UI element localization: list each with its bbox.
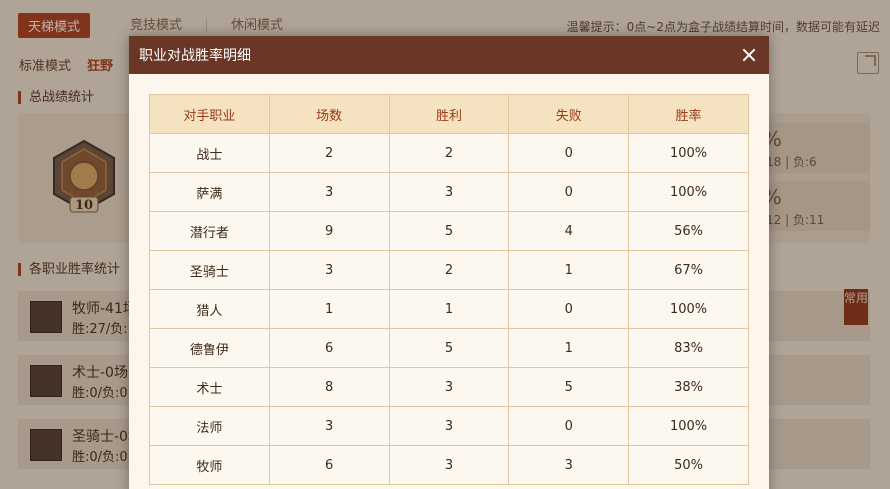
table-cell: 5 — [388, 328, 510, 368]
table-cell: 术士 — [149, 367, 270, 407]
table-cell: 67% — [628, 250, 749, 290]
table-cell: 5 — [388, 211, 510, 251]
table-cell: 0 — [508, 289, 630, 329]
table-cell: 0 — [508, 406, 630, 446]
class-matchup-modal: 职业对战胜率明细 对手职业 场数 胜利 失败 胜率 战士 2 2 0 100% 萨满 3 3 0… — [129, 36, 769, 489]
matchup-table: 对手职业 场数 胜利 失败 胜率 战士 2 2 0 100% 萨满 3 3 0 100% 潜行者 9 5… — [149, 94, 749, 485]
table-row: 法师 3 3 0 100% — [149, 406, 749, 446]
table-cell: 法师 — [149, 406, 270, 446]
column-header: 对手职业 — [149, 94, 270, 134]
table-row: 战士 2 2 0 100% — [149, 133, 749, 173]
table-cell: 2 — [388, 250, 510, 290]
table-cell: 9 — [268, 211, 390, 251]
table-cell: 1 — [508, 328, 630, 368]
close-icon[interactable] — [739, 45, 759, 65]
table-cell: 战士 — [149, 133, 270, 173]
table-cell: 3 — [388, 367, 510, 407]
table-cell: 5 — [508, 367, 630, 407]
table-row: 术士 8 3 5 38% — [149, 367, 749, 407]
table-cell: 1 — [508, 250, 630, 290]
table-cell: 0 — [508, 133, 630, 173]
table-header-row: 对手职业 场数 胜利 失败 胜率 — [149, 94, 749, 134]
table-cell: 1 — [388, 289, 510, 329]
table-cell: 3 — [388, 445, 510, 485]
table-cell: 萨满 — [149, 172, 270, 212]
table-cell: 38% — [628, 367, 749, 407]
modal-title: 职业对战胜率明细 — [139, 48, 251, 64]
table-row: 猎人 1 1 0 100% — [149, 289, 749, 329]
table-cell: 100% — [628, 133, 749, 173]
column-header: 胜率 — [628, 94, 749, 134]
table-cell: 3 — [268, 172, 390, 212]
table-cell: 3 — [388, 172, 510, 212]
table-cell: 3 — [268, 250, 390, 290]
table-cell: 猎人 — [149, 289, 270, 329]
modal-header: 职业对战胜率明细 — [129, 36, 769, 74]
table-cell: 83% — [628, 328, 749, 368]
table-cell: 50% — [628, 445, 749, 485]
table-row: 潜行者 9 5 4 56% — [149, 211, 749, 251]
table-cell: 100% — [628, 172, 749, 212]
column-header: 失败 — [508, 94, 630, 134]
table-cell: 2 — [268, 133, 390, 173]
table-cell: 100% — [628, 406, 749, 446]
table-row: 德鲁伊 6 5 1 83% — [149, 328, 749, 368]
table-row: 萨满 3 3 0 100% — [149, 172, 749, 212]
table-cell: 56% — [628, 211, 749, 251]
table-row: 牧师 6 3 3 50% — [149, 445, 749, 485]
table-cell: 3 — [268, 406, 390, 446]
column-header: 场数 — [268, 94, 390, 134]
table-cell: 3 — [508, 445, 630, 485]
table-cell: 100% — [628, 289, 749, 329]
table-cell: 牧师 — [149, 445, 270, 485]
table-cell: 6 — [268, 445, 390, 485]
table-row: 圣骑士 3 2 1 67% — [149, 250, 749, 290]
table-cell: 圣骑士 — [149, 250, 270, 290]
column-header: 胜利 — [388, 94, 510, 134]
table-cell: 8 — [268, 367, 390, 407]
table-cell: 1 — [268, 289, 390, 329]
table-cell: 3 — [388, 406, 510, 446]
table-cell: 德鲁伊 — [149, 328, 270, 368]
table-cell: 0 — [508, 172, 630, 212]
table-cell: 2 — [388, 133, 510, 173]
table-cell: 潜行者 — [149, 211, 270, 251]
table-cell: 6 — [268, 328, 390, 368]
table-cell: 4 — [508, 211, 630, 251]
